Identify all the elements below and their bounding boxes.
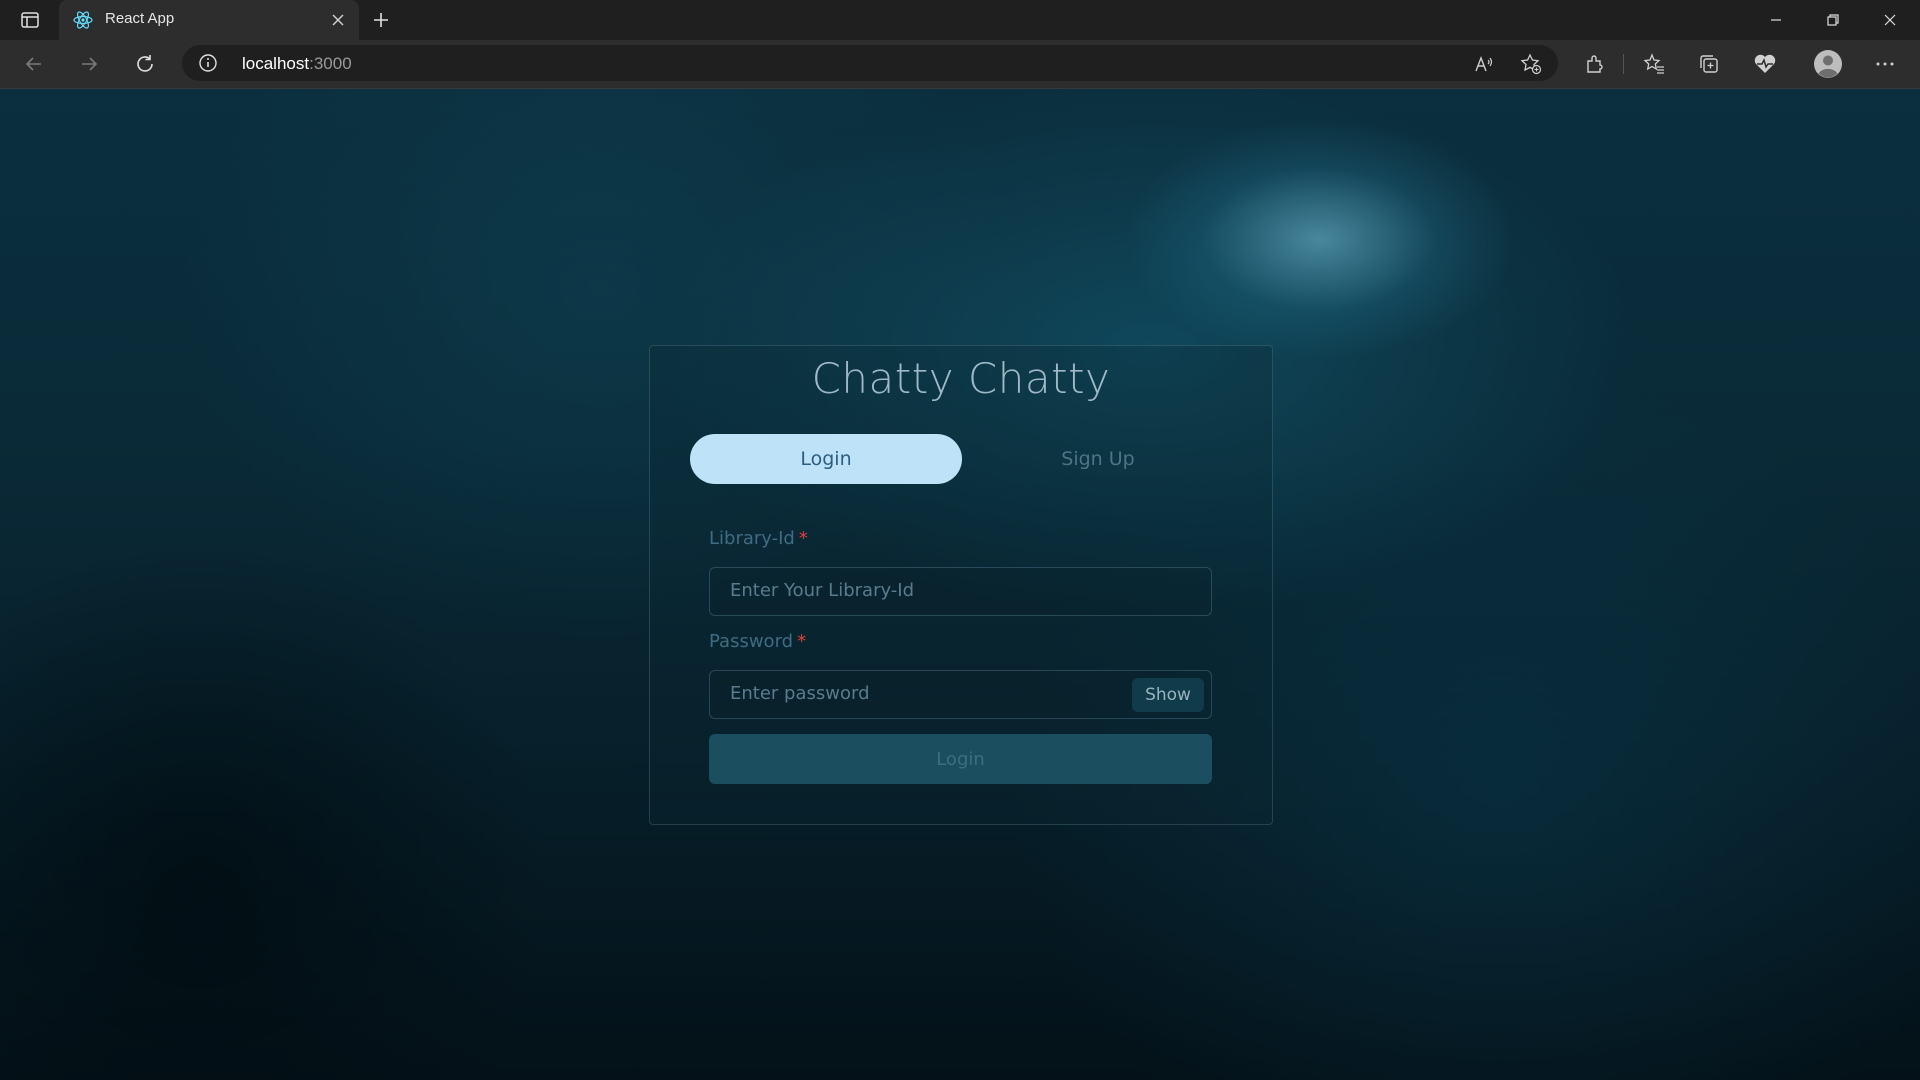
favorites-icon[interactable] (1641, 51, 1667, 77)
extensions-icon[interactable] (1582, 51, 1608, 77)
password-label-text: Password (709, 631, 794, 652)
refresh-icon[interactable] (131, 50, 159, 78)
show-password-button[interactable]: Show (1132, 678, 1204, 712)
back-icon[interactable] (20, 50, 48, 78)
favorite-add-icon[interactable] (1519, 52, 1543, 76)
browser-toolbar: localhost:3000 (0, 40, 1920, 89)
library-id-placeholder: Enter Your Library-Id (730, 580, 915, 601)
health-icon[interactable] (1752, 51, 1778, 77)
collections-icon[interactable] (1696, 51, 1722, 77)
profile-icon[interactable] (1812, 48, 1844, 80)
more-icon[interactable] (1872, 51, 1898, 77)
address-host: localhost (242, 54, 310, 73)
address-text[interactable]: localhost:3000 (242, 54, 352, 74)
page-background: Chatty Chatty Login Sign Up Library-Id * … (0, 89, 1920, 1080)
address-bar[interactable]: localhost:3000 (182, 45, 1558, 81)
react-favicon-icon (73, 10, 93, 30)
login-submit-button[interactable]: Login (709, 734, 1212, 784)
password-input[interactable]: Enter password Show (709, 670, 1212, 719)
info-icon[interactable] (198, 53, 218, 73)
sidebar-icon[interactable] (18, 8, 42, 32)
browser-tab-bar: React App (0, 0, 1920, 40)
plus-icon[interactable] (368, 7, 394, 33)
library-id-label-text: Library-Id (709, 528, 795, 549)
app-title: Chatty Chatty (811, 354, 1111, 403)
close-window-icon[interactable] (1867, 6, 1913, 34)
tab-title: React App (105, 10, 175, 27)
forward-icon[interactable] (75, 50, 103, 78)
required-mark: * (797, 631, 807, 652)
password-label: Password * (709, 631, 806, 652)
auth-card: Chatty Chatty Login Sign Up Library-Id * … (649, 345, 1273, 825)
read-aloud-icon[interactable] (1472, 52, 1496, 76)
required-mark: * (798, 528, 808, 549)
library-id-label: Library-Id * (709, 528, 808, 549)
library-id-input[interactable]: Enter Your Library-Id (709, 567, 1212, 616)
minimize-icon[interactable] (1753, 6, 1799, 34)
password-placeholder: Enter password (730, 683, 870, 704)
browser-tab[interactable]: React App (59, 0, 359, 40)
tab-login[interactable]: Login (690, 434, 962, 484)
close-icon[interactable] (327, 9, 349, 31)
toolbar-divider (1623, 54, 1624, 74)
tab-signup[interactable]: Sign Up (962, 434, 1234, 484)
restore-icon[interactable] (1810, 6, 1856, 34)
address-port: :3000 (309, 54, 352, 73)
